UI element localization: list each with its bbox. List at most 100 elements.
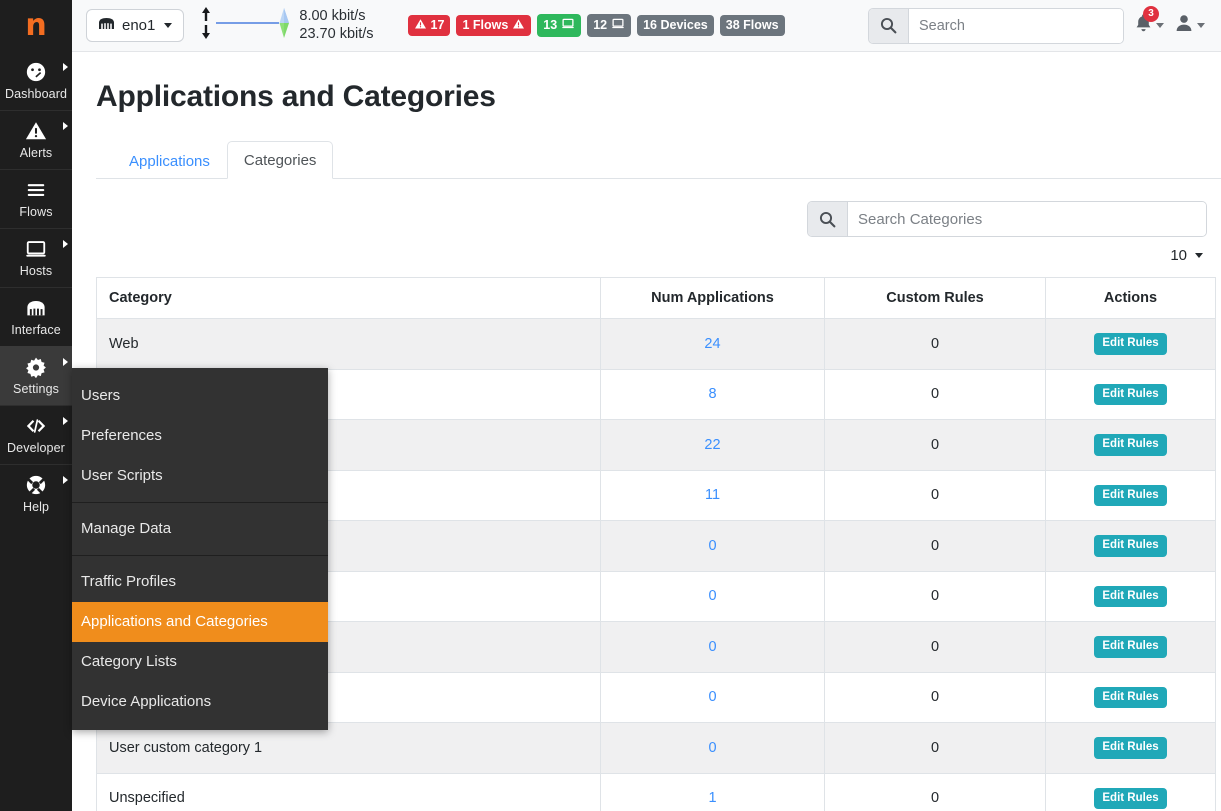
monitor-icon — [561, 17, 575, 33]
table-header-row: Category Num Applications Custom Rules Acti… — [96, 277, 1216, 319]
menu-item-traffic-profiles[interactable]: Traffic Profiles — [72, 562, 328, 602]
num-applications-link[interactable]: 24 — [704, 336, 720, 352]
menu-item-applications-and-categories[interactable]: Applications and Categories — [72, 602, 328, 642]
num-applications-link[interactable]: 11 — [705, 487, 720, 503]
cell-custom-rules: 0 — [824, 671, 1046, 724]
interface-selector[interactable]: eno1 — [86, 9, 185, 42]
edit-rules-button[interactable]: Edit Rules — [1094, 484, 1167, 507]
global-search[interactable] — [868, 7, 1124, 44]
category-search[interactable] — [807, 201, 1207, 237]
sidebar-item-developer[interactable]: Developer — [0, 405, 72, 464]
menu-item-preferences[interactable]: Preferences — [72, 416, 328, 456]
sidebar-item-dashboard[interactable]: Dashboard — [0, 52, 72, 110]
traffic-indicator: 8.00 kbit/s 23.70 kbit/s — [198, 4, 374, 47]
sidebar-item-label: Settings — [13, 382, 59, 396]
edit-rules-button[interactable]: Edit Rules — [1094, 535, 1167, 557]
notifications-button[interactable]: 3 — [1134, 5, 1164, 39]
status-badge[interactable]: 13 — [537, 14, 582, 37]
status-badge[interactable]: 38 Flows — [719, 15, 785, 36]
sidebar-item-alerts[interactable]: Alerts — [0, 110, 72, 169]
cell-num-applications: 0 — [600, 621, 825, 673]
sidebar-item-label: Interface — [11, 323, 61, 337]
edit-rules-button[interactable]: Edit Rules — [1094, 434, 1167, 456]
cell-actions: Edit Rules — [1045, 419, 1216, 471]
column-header-custom-rules[interactable]: Custom Rules — [824, 277, 1046, 319]
num-applications-link[interactable]: 0 — [708, 538, 716, 554]
sidebar-item-settings[interactable]: Settings — [0, 346, 72, 405]
status-badge-label: 17 — [430, 18, 445, 33]
sidebar-item-label: Alerts — [19, 146, 53, 160]
edit-rules-button[interactable]: Edit Rules — [1094, 737, 1167, 759]
menu-item-manage-data[interactable]: Manage Data — [72, 509, 328, 549]
tab-categories[interactable]: Categories — [226, 141, 334, 179]
menu-separator — [72, 555, 328, 556]
cell-num-applications: 8 — [600, 368, 825, 421]
edit-rules-button[interactable]: Edit Rules — [1094, 686, 1167, 709]
edit-rules-button[interactable]: Edit Rules — [1094, 585, 1167, 608]
num-applications-link[interactable]: 0 — [708, 689, 716, 705]
cell-category: Unspecified — [96, 772, 601, 811]
column-header-actions[interactable]: Actions — [1045, 277, 1216, 319]
sidebar-item-interface[interactable]: Interface — [0, 287, 72, 346]
chevron-right-icon — [63, 417, 68, 425]
sidebar-item-help[interactable]: Help — [0, 464, 72, 523]
chevron-right-icon — [63, 476, 68, 484]
edit-rules-button[interactable]: Edit Rules — [1094, 383, 1167, 406]
category-search-input[interactable] — [848, 202, 1206, 236]
chevron-down-icon — [164, 23, 173, 28]
monitor-icon — [25, 238, 47, 260]
chevron-down-icon — [1195, 253, 1203, 258]
num-applications-link[interactable]: 8 — [708, 386, 716, 402]
topbar-right-group: 3 — [868, 5, 1207, 44]
num-applications-link[interactable]: 0 — [708, 740, 716, 756]
cell-custom-rules: 0 — [824, 318, 1046, 370]
lifebuoy-icon — [25, 474, 47, 496]
sidebar-item-flows[interactable]: Flows — [0, 169, 72, 228]
main-sidebar: n Dashboard Alerts Flows Hosts Interface Sett… — [0, 0, 72, 811]
status-badge[interactable]: 16 Devices — [637, 15, 714, 36]
column-header-num-applications[interactable]: Num Applications — [600, 277, 825, 319]
cell-num-applications: 0 — [600, 671, 825, 724]
edit-rules-button[interactable]: Edit Rules — [1094, 636, 1167, 658]
gauge-icon — [25, 61, 47, 83]
menu-item-users[interactable]: Users — [72, 376, 328, 416]
sidebar-item-label: Dashboard — [4, 87, 68, 101]
status-badge[interactable]: 1 Flows — [456, 14, 532, 37]
user-avatar-icon — [1174, 13, 1194, 38]
num-applications-link[interactable]: 22 — [704, 437, 720, 453]
status-badge-label: 13 — [543, 18, 558, 33]
upload-rate: 8.00 kbit/s — [299, 7, 366, 24]
user-menu-button[interactable] — [1174, 13, 1205, 38]
edit-rules-button[interactable]: Edit Rules — [1094, 787, 1167, 810]
column-header-category[interactable]: Category — [96, 277, 601, 319]
app-logo[interactable]: n — [0, 0, 72, 52]
tab-applications[interactable]: Applications — [112, 142, 227, 179]
top-navbar: eno1 8.00 kbit/s 23.70 kbit/s 17 1 Flows… — [72, 0, 1221, 52]
cell-actions: Edit Rules — [1045, 520, 1216, 572]
menu-separator — [72, 502, 328, 503]
chevron-right-icon — [63, 122, 68, 130]
page-tabs: Applications Categories — [96, 140, 1221, 179]
sidebar-item-hosts[interactable]: Hosts — [0, 228, 72, 287]
table-row: Web 24 0 Edit Rules — [96, 318, 1216, 370]
search-input[interactable] — [909, 8, 1123, 43]
gear-icon — [25, 356, 47, 378]
num-applications-link[interactable]: 0 — [708, 639, 716, 655]
edit-rules-button[interactable]: Edit Rules — [1094, 333, 1167, 355]
num-applications-link[interactable]: 1 — [708, 790, 716, 806]
cell-actions: Edit Rules — [1045, 318, 1216, 370]
menu-item-category-lists[interactable]: Category Lists — [72, 642, 328, 682]
status-badges: 17 1 Flows 13 12 16 Devices 38 Flows — [407, 14, 785, 37]
menu-item-user-scripts[interactable]: User Scripts — [72, 456, 328, 496]
num-applications-link[interactable]: 0 — [708, 588, 716, 604]
status-badge-label: 16 Devices — [643, 18, 708, 33]
flows-lines-icon — [25, 179, 47, 201]
status-badge-label: 1 Flows — [462, 18, 509, 33]
cell-num-applications: 0 — [600, 722, 825, 774]
search-icon — [808, 202, 848, 236]
status-badge[interactable]: 12 — [587, 14, 632, 37]
status-badge[interactable]: 17 — [407, 14, 451, 37]
page-size-selector[interactable]: 10 — [72, 237, 1221, 264]
cell-custom-rules: 0 — [824, 469, 1046, 522]
menu-item-device-applications[interactable]: Device Applications — [72, 682, 328, 722]
